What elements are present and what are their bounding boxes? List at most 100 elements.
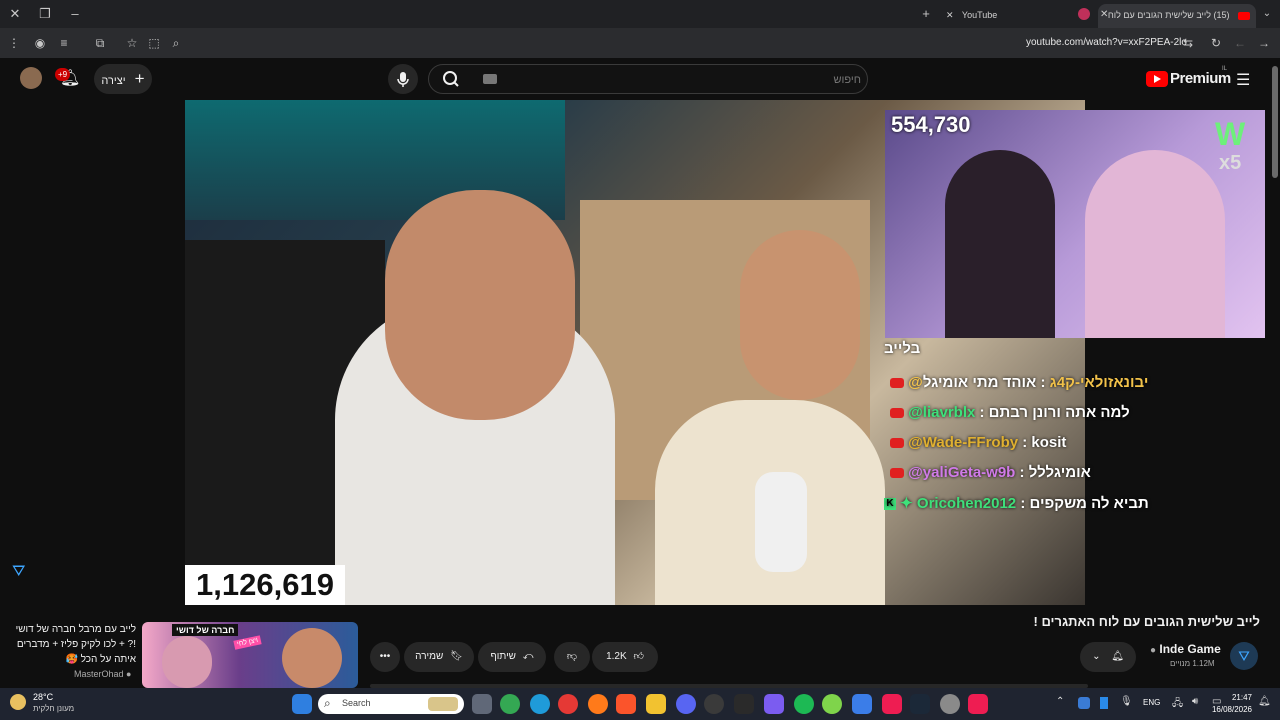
microphone-tray-icon[interactable]: 🎙︎ (1120, 696, 1133, 707)
profile-icon[interactable]: ◉ (30, 28, 50, 58)
extensions-icon[interactable]: ⧉ (90, 28, 110, 58)
zoom-icon[interactable]: ⌕ (166, 28, 186, 58)
github-icon[interactable] (704, 694, 724, 714)
new-tab-icon[interactable]: + (915, 0, 937, 28)
windows-start-icon[interactable] (292, 694, 312, 714)
maximize-window-icon[interactable]: ❐ (34, 0, 56, 28)
forward-icon[interactable]: ← (1230, 28, 1250, 58)
clock-date[interactable]: 16/08/2026 (1210, 705, 1252, 714)
opera-icon[interactable] (558, 694, 578, 714)
like-button[interactable]: 1.2K 👍︎ (592, 642, 658, 672)
recommended-title[interactable]: לייב עם מרבל חברה של דושי !? + לכו לקיק … (6, 622, 136, 667)
back-icon[interactable]: → (1254, 28, 1274, 58)
hamburger-menu-icon[interactable]: ☰ (1236, 70, 1250, 90)
bluetooth-icon[interactable] (1100, 697, 1108, 709)
thumbnail-face (282, 628, 342, 688)
tray-app-icon[interactable] (1078, 697, 1090, 709)
save-button[interactable]: שמירה 🔖︎ (404, 642, 474, 672)
menu-dots-icon[interactable]: ⋮ (4, 28, 24, 58)
firefox-icon[interactable] (588, 694, 608, 714)
channel-name-row[interactable]: ● Inde Game (1150, 642, 1221, 656)
file-explorer-icon[interactable] (646, 694, 666, 714)
tab-search-icon[interactable]: ⌄ (1256, 0, 1278, 28)
recommended-channel-row[interactable]: MasterOhad ● (74, 669, 131, 679)
chat-username: @Wade-FFroby (908, 434, 1019, 451)
close-window-icon[interactable]: ✕ (4, 0, 26, 28)
verified-icon: ● (1150, 645, 1157, 656)
save-label: שמירה (415, 651, 444, 662)
create-button[interactable]: יצירה + (94, 64, 152, 94)
volume-icon[interactable]: 🔊︎ (1192, 696, 1198, 707)
win-badge-multiplier: x5 (1219, 152, 1242, 174)
weather-icon[interactable] (10, 694, 26, 710)
settings-gear-icon[interactable] (940, 694, 960, 714)
chrome-icon[interactable] (500, 694, 520, 714)
youtube-icon (890, 438, 904, 449)
browser-tab-strip: ✕ ❐ – + ✕ YouTube (15) לייב שלישית הגובי… (0, 0, 1280, 28)
extension-icon[interactable] (1078, 8, 1090, 20)
win-badge-letter: W (1215, 116, 1246, 152)
subscribed-notifications-button[interactable]: ⌄ 🔔︎ (1080, 642, 1136, 672)
tab-close-icon[interactable]: ✕ (1100, 4, 1116, 26)
epic-games-icon[interactable] (734, 694, 754, 714)
tab-current-video[interactable]: (15) לייב שלישית הגובים עם לוח (1098, 4, 1256, 28)
tab-close-icon[interactable]: ✕ (946, 10, 954, 20)
more-horizontal-icon: ••• (379, 651, 391, 662)
search-icon (443, 71, 459, 87)
network-icon[interactable]: 🖧︎ (1172, 696, 1183, 713)
edge-icon[interactable] (530, 694, 550, 714)
search-button[interactable] (430, 66, 472, 92)
more-actions-button[interactable]: ••• (370, 642, 400, 672)
discord-icon[interactable] (676, 694, 696, 714)
share-button[interactable]: שיתוף ⤺ (478, 642, 546, 672)
screenshot-icon[interactable]: ⬚ (144, 28, 164, 58)
clock-time[interactable]: 21:47 (1228, 693, 1252, 702)
voice-search-button[interactable] (388, 64, 418, 94)
bookmark-star-icon[interactable]: ☆ (122, 28, 142, 58)
page-scrollbar[interactable] (1272, 66, 1278, 178)
membership-basket-icon[interactable]: ⛛ (12, 562, 34, 582)
search-icon: ⌕ (324, 696, 331, 710)
brave-icon[interactable] (616, 694, 636, 714)
chat-text: אומיגללל (1028, 464, 1091, 481)
dislike-button[interactable]: 👎︎ (554, 642, 590, 672)
reading-list-icon[interactable]: ≡ (54, 28, 74, 58)
plus-icon: + (134, 69, 145, 88)
spotify-icon[interactable] (794, 694, 814, 714)
app-grid-icon[interactable] (764, 694, 784, 714)
bell-icon: 🔔︎ (1111, 651, 1124, 662)
chevron-down-icon: ⌄ (1092, 651, 1101, 662)
site-settings-icon[interactable]: ⇆ (1178, 28, 1198, 58)
channel-avatar[interactable]: ⛛ (1230, 642, 1258, 670)
share-label: שיתוף (490, 651, 516, 662)
youtube-logo-icon[interactable] (1146, 71, 1168, 87)
language-indicator[interactable]: ENG (1143, 698, 1160, 707)
chat-message: K ✦ Oricohen2012 : תביא לה משקפים (884, 494, 1149, 512)
app-icon[interactable] (852, 694, 872, 714)
chat-text: למה אתה ורונן רבתם (988, 404, 1130, 421)
taskbar-search-box[interactable]: ⌕ Search (318, 694, 464, 714)
tray-chevron-icon[interactable]: ⌃ (1056, 696, 1064, 707)
task-view-icon[interactable] (472, 694, 492, 714)
streamer-woman (945, 150, 1055, 338)
recommended-title-line: לייב עם מרבל חברה של דושי (15, 624, 136, 635)
brand-locale: IL (1222, 66, 1228, 72)
recommended-title-line: איתה על הכל 🥵 (65, 654, 136, 665)
thumbs-up-icon: 👍︎ (633, 651, 644, 662)
url-field[interactable]: youtube.com/watch?v=xxF2PEA-2lo (1026, 28, 1187, 58)
microphone (755, 472, 807, 572)
recommended-thumbnail[interactable]: חברה של דושי ויצן לחי (142, 622, 358, 688)
brand-name[interactable]: Premium (1170, 70, 1231, 87)
weather-temp[interactable]: 28°C (33, 692, 53, 702)
search-input[interactable] (489, 65, 863, 95)
tab-youtube[interactable]: ✕ YouTube (942, 4, 1072, 28)
notification-center-icon[interactable]: 🔔︎ (1258, 696, 1271, 707)
tiktok-icon[interactable] (968, 694, 988, 714)
steam-icon[interactable] (910, 694, 930, 714)
reload-icon[interactable]: ↻ (1206, 28, 1226, 58)
tiktok-icon[interactable] (882, 694, 902, 714)
avatar[interactable] (20, 67, 42, 89)
keyboard-icon[interactable] (483, 74, 497, 84)
android-icon[interactable] (822, 694, 842, 714)
minimize-window-icon[interactable]: – (64, 0, 86, 28)
